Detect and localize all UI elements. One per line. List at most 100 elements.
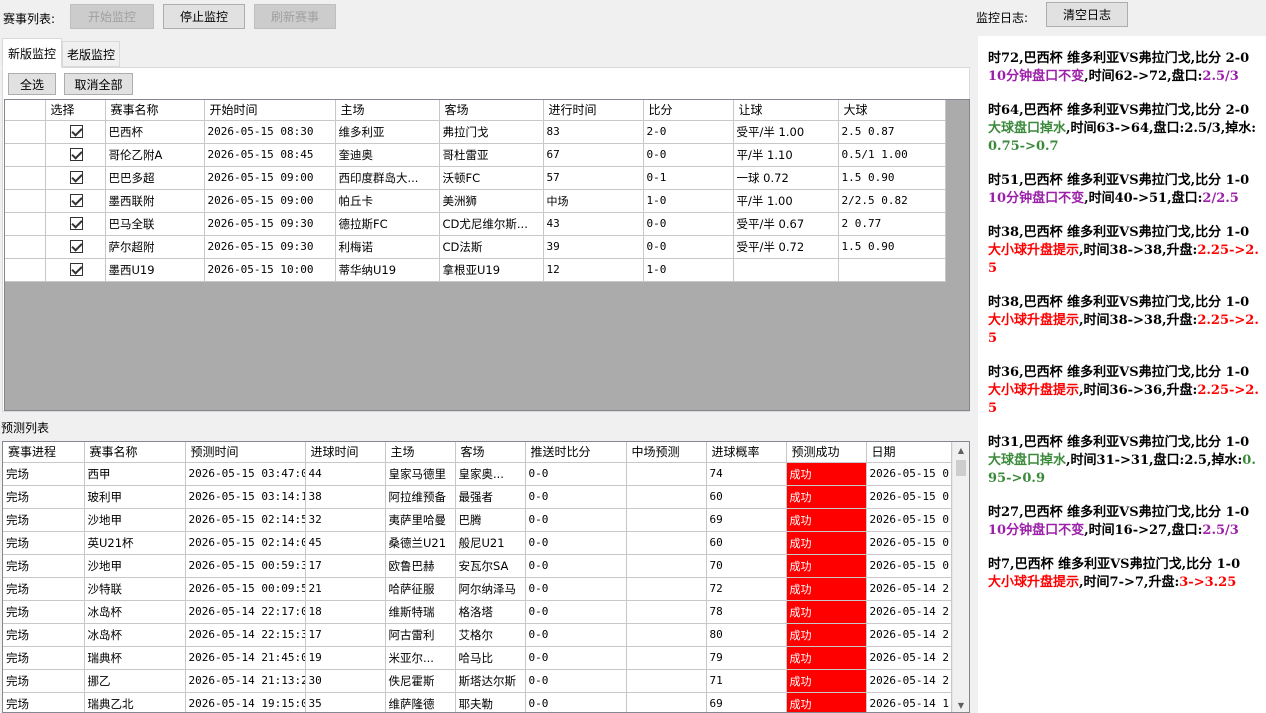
cell-goal_time: 32 bbox=[305, 508, 386, 532]
cell-goal_time: 18 bbox=[305, 600, 386, 624]
table-row[interactable]: 墨西联附 2026-05-15 09:00 帕丘卡 美洲狮 中场 1-0 平/半 1.00 2… bbox=[5, 189, 946, 213]
table-row[interactable]: 完场 瑞典乙北 2026-05-14 19:15:04 35 维萨隆德 耶夫勒 0-0 69 成… bbox=[3, 692, 952, 712]
cell-time: 2026-05-15 02:14:50 bbox=[185, 508, 306, 532]
col-header[interactable]: 大球 bbox=[838, 100, 946, 121]
select-cell[interactable] bbox=[45, 235, 106, 259]
select-cell[interactable] bbox=[45, 166, 106, 190]
cell-date: 2026-05-15 0... bbox=[866, 462, 952, 486]
start-monitor-button[interactable]: 开始监控 bbox=[70, 4, 154, 29]
table-row[interactable]: 巴巴多超 2026-05-15 09:00 西印度群岛大... 沃顿FC 57 0-1 一球… bbox=[5, 166, 946, 190]
col-header[interactable]: 赛事名称 bbox=[84, 442, 186, 463]
checkmark-icon[interactable] bbox=[70, 263, 83, 277]
stop-monitor-button[interactable]: 停止监控 bbox=[163, 4, 245, 29]
cell-prob: 69 bbox=[706, 508, 787, 532]
col-header[interactable]: 比分 bbox=[643, 100, 734, 121]
prediction-list-label: 预测列表 bbox=[1, 421, 50, 435]
select-cell[interactable] bbox=[45, 258, 106, 282]
table-row[interactable]: 哥伦乙附A 2026-05-15 08:45 奎迪奥 哥杜雷亚 67 0-0 平/半 1.1… bbox=[5, 143, 946, 167]
col-header[interactable]: 进球概率 bbox=[706, 442, 787, 463]
table-row[interactable]: 萨尔超附 2026-05-15 09:30 利梅诺 CD法斯 39 0-0 受平/半 0.7… bbox=[5, 235, 946, 259]
row-header[interactable] bbox=[5, 166, 46, 190]
deselect-all-button[interactable]: 取消全部 bbox=[64, 73, 133, 95]
tab-old-monitor[interactable]: 老版监控 bbox=[62, 41, 120, 67]
tab-new-monitor[interactable]: 新版监控 bbox=[2, 38, 62, 68]
prediction-scrollbar[interactable]: ▲ ▼ bbox=[952, 442, 969, 712]
table-row[interactable]: 巴马全联 2026-05-15 09:30 德拉斯FC CD尤尼维尔斯... 43 0-0… bbox=[5, 212, 946, 236]
col-header[interactable]: 客场 bbox=[455, 442, 526, 463]
select-cell[interactable] bbox=[45, 189, 106, 213]
row-header[interactable] bbox=[5, 235, 46, 259]
col-header[interactable]: 主场 bbox=[335, 100, 440, 121]
col-header[interactable]: 进行时间 bbox=[543, 100, 644, 121]
cell-result: 成功 bbox=[786, 485, 867, 509]
table-row[interactable]: 完场 玻利甲 2026-05-15 03:14:18 38 阿拉维预备 最强者 0-0 60 成… bbox=[3, 485, 952, 509]
log-head: 时7,巴西杯 维多利亚VS弗拉门戈,比分 1-0 bbox=[988, 557, 1241, 572]
log-tag: 10分钟盘口不变 bbox=[988, 69, 1085, 84]
cell-status: 完场 bbox=[3, 600, 85, 624]
table-row[interactable]: 完场 冰岛杯 2026-05-14 22:17:08 18 维斯特瑞 格洛塔 0-0 78 成功… bbox=[3, 600, 952, 624]
checkmark-icon[interactable] bbox=[70, 148, 83, 162]
cell-away: CD尤尼维尔斯... bbox=[439, 212, 544, 236]
table-row[interactable]: 巴西杯 2026-05-15 08:30 维多利亚 弗拉门戈 83 2-0 受平/半 1.0… bbox=[5, 120, 946, 144]
chevron-up-icon[interactable]: ▲ bbox=[953, 442, 969, 459]
select-cell[interactable] bbox=[45, 120, 106, 144]
table-row[interactable]: 完场 挪乙 2026-05-14 21:13:28 30 佚尼霍斯 斯塔达尔斯 0-0 71 成… bbox=[3, 669, 952, 693]
cell-date: 2026-05-15 0... bbox=[866, 508, 952, 532]
chevron-down-icon[interactable]: ▼ bbox=[953, 697, 969, 712]
col-header[interactable]: 进球时间 bbox=[305, 442, 386, 463]
table-row[interactable]: 墨西U19 2026-05-15 10:00 蒂华纳U19 拿根亚U19 12 1-0 bbox=[5, 258, 946, 282]
cell-score: 0-0 bbox=[525, 669, 627, 693]
checkmark-icon[interactable] bbox=[70, 240, 83, 254]
refresh-matches-button[interactable]: 刷新赛事 bbox=[254, 4, 336, 29]
table-row[interactable]: 完场 英U21杯 2026-05-15 02:14:09 45 桑德兰U21 般尼U21 0… bbox=[3, 531, 952, 555]
cell-start: 2026-05-15 09:30 bbox=[204, 235, 336, 259]
cell-status: 完场 bbox=[3, 646, 85, 670]
log-detail: ,时间40->51,盘口: bbox=[1084, 191, 1203, 206]
row-header[interactable] bbox=[5, 120, 46, 144]
table-row[interactable]: 完场 冰岛杯 2026-05-14 22:15:37 17 阿古雷利 艾格尔 0-0 80 成功… bbox=[3, 623, 952, 647]
table-row[interactable]: 完场 沙地甲 2026-05-15 02:14:50 32 夷萨里哈曼 巴腾 0-0 69 成功… bbox=[3, 508, 952, 532]
cell-prob: 60 bbox=[706, 531, 787, 555]
cell-home: 蒂华纳U19 bbox=[335, 258, 440, 282]
cell-handicap: 受平/半 0.72 bbox=[733, 235, 839, 259]
select-cell[interactable] bbox=[45, 143, 106, 167]
cell-start: 2026-05-15 09:30 bbox=[204, 212, 336, 236]
cell-league: 英U21杯 bbox=[84, 531, 186, 555]
log-detail: ,时间63->64,盘口:2.5/3,掉水: bbox=[1066, 121, 1257, 136]
table-row[interactable]: 完场 瑞典杯 2026-05-14 21:45:08 19 米亚尔... 哈马比 0-0 79… bbox=[3, 646, 952, 670]
row-header[interactable] bbox=[5, 212, 46, 236]
checkmark-icon[interactable] bbox=[70, 217, 83, 231]
col-header[interactable]: 推送时比分 bbox=[525, 442, 627, 463]
select-cell[interactable] bbox=[45, 212, 106, 236]
row-header[interactable] bbox=[5, 258, 46, 282]
cell-prob: 74 bbox=[706, 462, 787, 486]
table-row[interactable]: 完场 西甲 2026-05-15 03:47:00 44 皇家马德里 皇家奥... 0-0 7… bbox=[3, 462, 952, 486]
clear-log-button[interactable]: 清空日志 bbox=[1046, 2, 1128, 27]
table-row[interactable]: 完场 沙地甲 2026-05-15 00:59:31 17 欧鲁巴赫 安瓦尔SA 0-0 70… bbox=[3, 554, 952, 578]
checkmark-icon[interactable] bbox=[70, 194, 83, 208]
col-header[interactable]: 赛事名称 bbox=[105, 100, 205, 121]
col-header[interactable]: 开始时间 bbox=[204, 100, 336, 121]
col-header[interactable]: 预测成功 bbox=[786, 442, 867, 463]
cell-goal_time: 44 bbox=[305, 462, 386, 486]
select-all-button[interactable]: 全选 bbox=[8, 73, 56, 95]
col-header[interactable]: 客场 bbox=[439, 100, 544, 121]
col-header[interactable]: 选择 bbox=[45, 100, 106, 121]
cell-prob: 71 bbox=[706, 669, 787, 693]
cell-time: 2026-05-14 21:45:08 bbox=[185, 646, 306, 670]
col-header[interactable]: 预测时间 bbox=[185, 442, 306, 463]
cell-ht bbox=[626, 462, 707, 486]
scrollbar-thumb[interactable] bbox=[956, 460, 966, 476]
checkmark-icon[interactable] bbox=[70, 125, 83, 139]
col-header[interactable]: 让球 bbox=[733, 100, 839, 121]
row-header[interactable] bbox=[5, 143, 46, 167]
row-header[interactable] bbox=[5, 189, 46, 213]
col-header[interactable]: 主场 bbox=[385, 442, 456, 463]
cell-status: 完场 bbox=[3, 462, 85, 486]
checkmark-icon[interactable] bbox=[70, 171, 83, 185]
cell-prob: 80 bbox=[706, 623, 787, 647]
table-row[interactable]: 完场 沙特联 2026-05-15 00:09:54 21 哈萨征服 阿尔纳泽马 0-0 72… bbox=[3, 577, 952, 601]
col-header[interactable]: 中场预测 bbox=[626, 442, 707, 463]
col-header[interactable]: 赛事进程 bbox=[3, 442, 85, 463]
col-header[interactable]: 日期 bbox=[866, 442, 952, 463]
